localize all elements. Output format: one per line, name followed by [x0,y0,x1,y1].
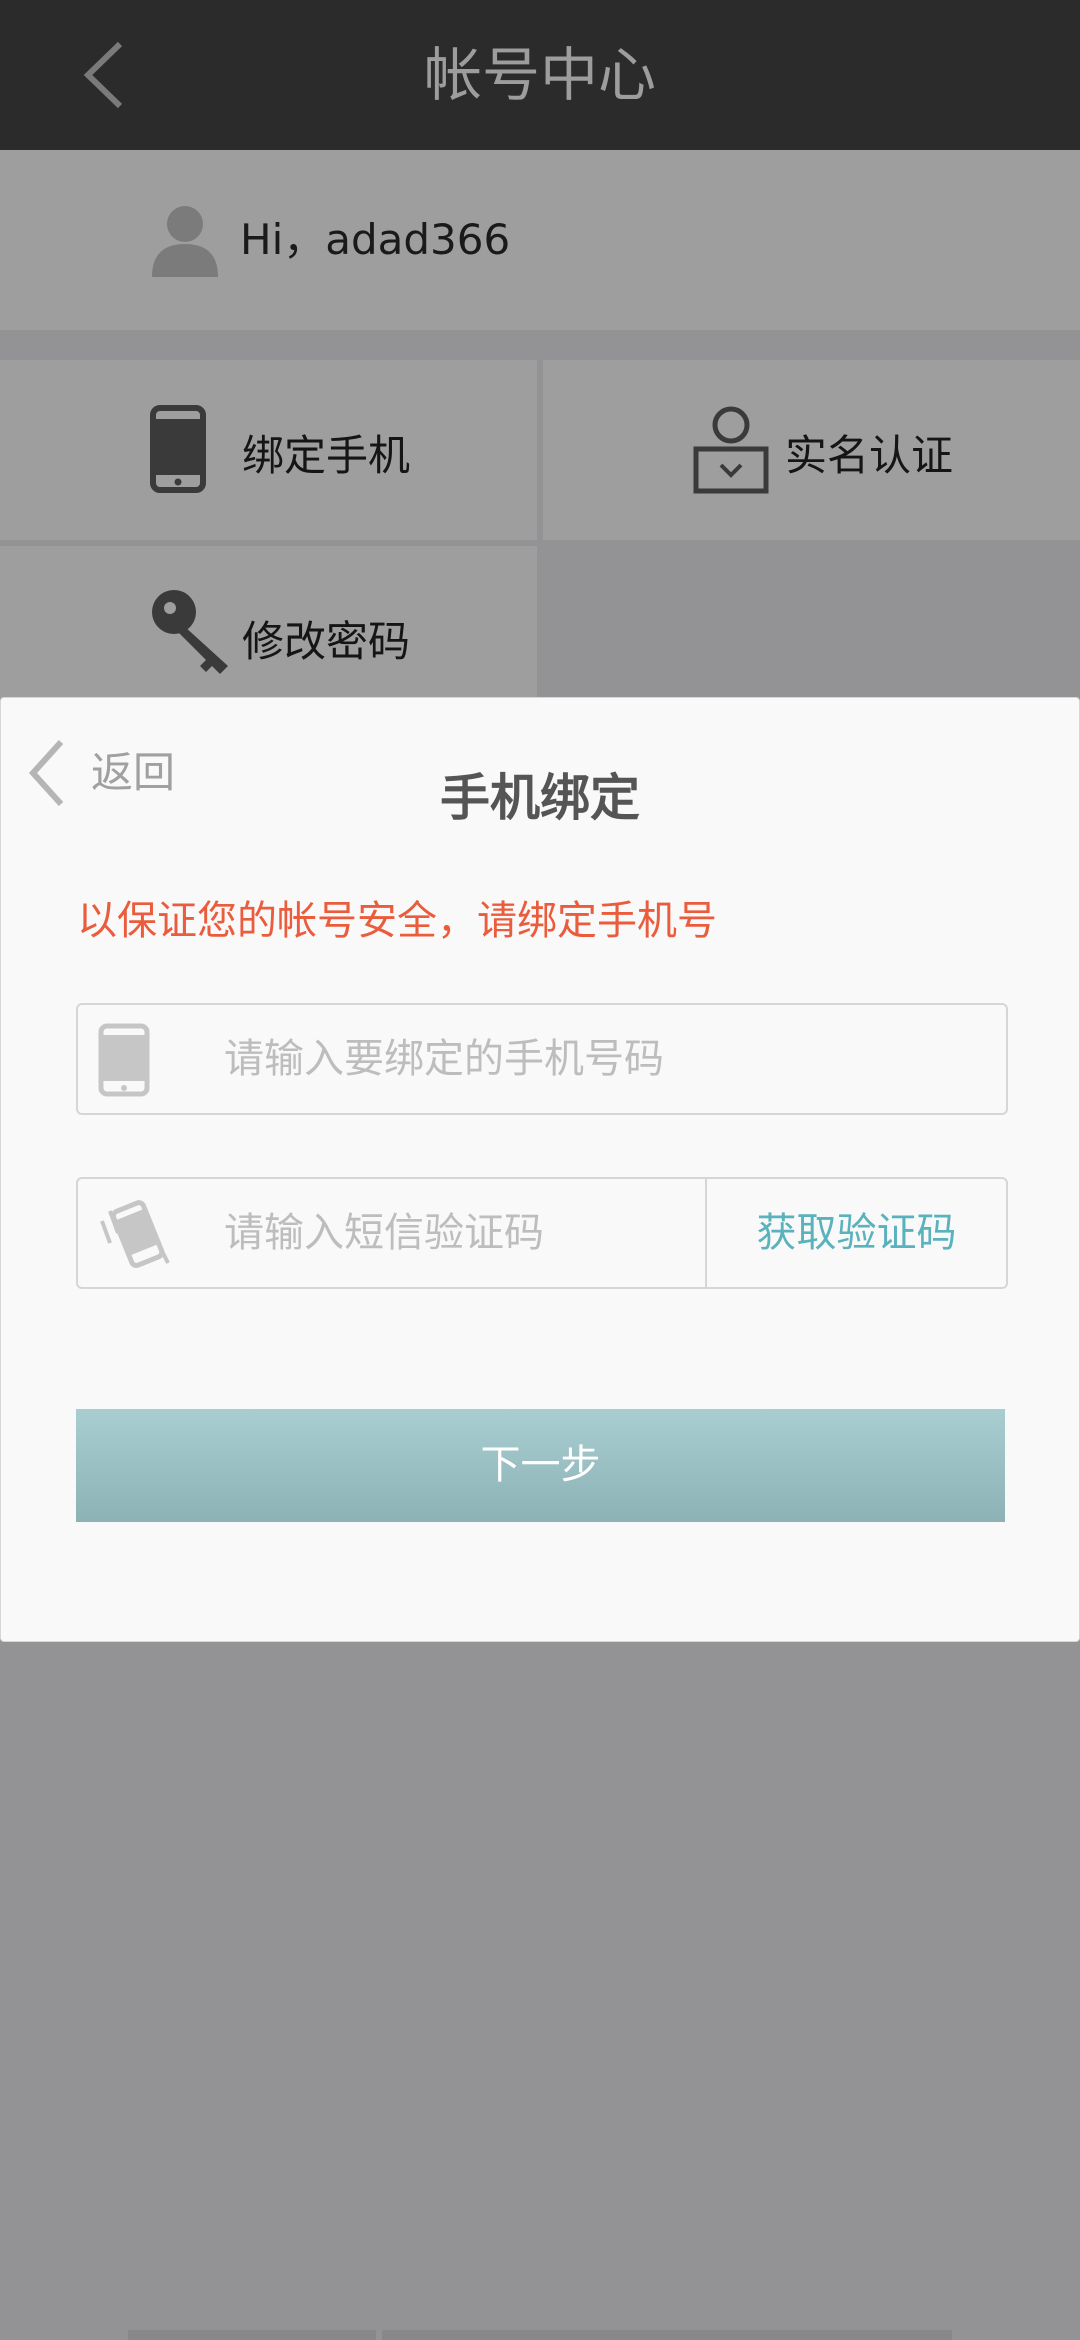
section-gap [0,330,1080,360]
phone-icon [150,405,206,493]
top-bar: 帐号中心 [0,0,1080,150]
page-title: 帐号中心 [423,41,656,109]
tile-change-password[interactable]: 修改密码 [0,546,537,706]
key-icon [152,590,228,674]
phone-number-input[interactable] [222,1025,746,1093]
tile-bind-phone[interactable]: 绑定手机 [0,360,537,540]
greeting-text: Hi，adad366 [240,215,511,264]
tile-label-change-password: 修改密码 [242,617,411,666]
dialog-title: 手机绑定 [440,769,640,827]
next-button[interactable]: 下一步 [76,1409,1005,1522]
bottom-divider-left [128,2330,376,2340]
id-card-icon [693,406,769,494]
phone-icon [98,1023,150,1097]
sms-code-input[interactable] [222,1199,686,1267]
tile-real-name[interactable]: 实名认证 [543,360,1080,540]
security-notice: 以保证您的帐号安全，请绑定手机号 [77,898,717,944]
phone-number-field [76,1003,1008,1115]
tile-empty [543,546,1080,706]
get-code-button[interactable]: 获取验证码 [707,1179,1006,1287]
user-avatar-icon [152,206,218,277]
bottom-divider-right [382,2330,952,2340]
vibrating-phone-icon [100,1200,170,1268]
phone-binding-dialog: 返回 手机绑定 以保证您的帐号安全，请绑定手机号 获取验证码 下一步 [0,697,1080,1642]
tile-label-real-name: 实名认证 [785,431,954,480]
user-greeting-row: Hi，adad366 [0,150,1080,330]
sms-code-field: 获取验证码 [76,1177,1008,1289]
tile-label-bind-phone: 绑定手机 [242,431,411,480]
